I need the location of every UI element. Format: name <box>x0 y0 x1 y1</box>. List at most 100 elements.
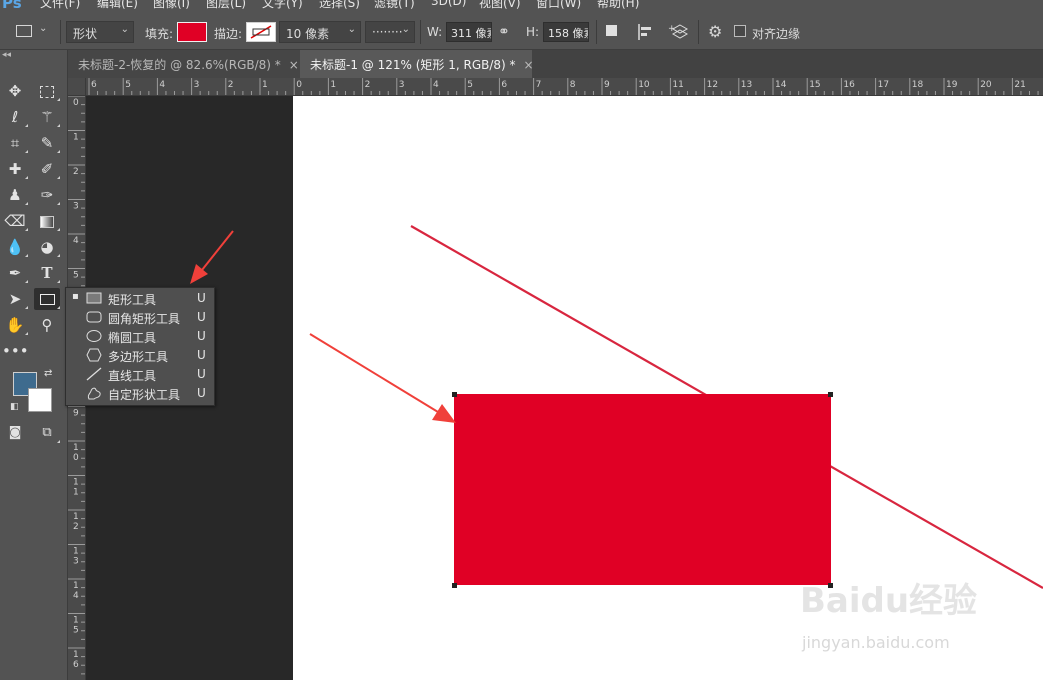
width-field[interactable]: 311 像素 <box>446 22 492 42</box>
svg-text:+: + <box>668 24 676 34</box>
path-arrangement-icon[interactable]: + <box>668 22 690 42</box>
path-selection-tool-icon[interactable]: ➤ <box>2 288 28 310</box>
transform-handle[interactable] <box>828 392 833 397</box>
link-icon[interactable]: ⚭ <box>498 23 510 41</box>
marquee-tool-icon[interactable] <box>34 80 60 102</box>
move-tool-icon[interactable]: ✥ <box>2 80 28 102</box>
ruler-label: 15 <box>809 80 820 90</box>
type-tool-icon[interactable]: T <box>34 262 60 284</box>
menu-item-rounded-rectangle-tool[interactable]: 圆角矩形工具 U <box>66 308 214 327</box>
path-alignment-icon[interactable] <box>636 22 656 42</box>
blur-tool-icon[interactable]: 💧 <box>2 236 28 258</box>
history-brush-tool-icon[interactable]: ✑ <box>34 184 60 206</box>
menu-view[interactable]: 视图(V) <box>479 0 521 11</box>
stroke-width-dropdown[interactable]: 10 像素 ⌄ <box>279 21 361 43</box>
ruler-label: 2 <box>73 522 79 532</box>
clone-stamp-tool-icon[interactable]: ♟ <box>2 184 28 206</box>
shortcut-key: U <box>197 367 206 381</box>
tab-document-1[interactable]: 未标题-1 @ 121% (矩形 1, RGB/8) * × <box>300 50 534 78</box>
watermark-url: jingyan.baidu.com <box>802 633 950 652</box>
tab-label: 未标题-1 @ 121% (矩形 1, RGB/8) * <box>310 58 516 72</box>
menu-type[interactable]: 文字(Y) <box>262 0 303 11</box>
ruler-ticks: 6 5 4 3 2 1 0 1 2 3 4 5 6 7 8 9 10 11 12 13 14 15 16 17 18 19 20 21 <box>88 78 1039 95</box>
close-icon[interactable]: × <box>524 58 534 72</box>
menu-filter[interactable]: 滤镜(T) <box>374 0 415 11</box>
rectangle-tool-icon[interactable] <box>34 288 60 310</box>
ellipse-icon <box>86 330 102 342</box>
shape-tools-flyout: ▪ 矩形工具 U 圆角矩形工具 U 椭圆工具 U 多边形工具 U 直线工具 U … <box>65 287 215 406</box>
align-edges-checkbox[interactable] <box>734 25 746 37</box>
ruler-label: 20 <box>980 80 992 90</box>
width-label: W: <box>427 25 443 39</box>
screen-mode-icon[interactable]: ⧉ <box>34 422 60 444</box>
menu-item-rectangle-tool[interactable]: ▪ 矩形工具 U <box>66 289 214 308</box>
transform-handle[interactable] <box>452 392 457 397</box>
shortcut-key: U <box>197 310 206 324</box>
ruler-label: 1 <box>73 650 79 660</box>
ruler-label: 7 <box>536 80 542 90</box>
photoshop-logo: Ps <box>2 0 22 12</box>
zoom-tool-icon[interactable]: ⚲ <box>34 314 60 336</box>
healing-brush-tool-icon[interactable]: ✚ <box>2 158 28 180</box>
ruler-origin[interactable] <box>68 78 86 96</box>
ruler-label: 1 <box>262 80 268 90</box>
height-field[interactable]: 158 像素 <box>543 22 589 42</box>
menu-item-label: 矩形工具 <box>108 293 157 307</box>
ruler-label: 21 <box>1014 80 1025 90</box>
ruler-label: 2 <box>73 167 79 177</box>
eraser-tool-icon[interactable]: ⌫ <box>2 210 28 232</box>
menu-select[interactable]: 选择(S) <box>319 0 360 11</box>
ruler-label: 3 <box>73 202 79 212</box>
menu-item-custom-shape-tool[interactable]: 自定形状工具 U <box>66 384 214 403</box>
pen-tool-icon[interactable]: ✒ <box>2 262 28 284</box>
crop-tool-icon[interactable]: ⌗ <box>2 132 28 154</box>
lasso-tool-icon[interactable]: ℓ <box>2 106 28 128</box>
default-colors-icon[interactable]: ◧ <box>10 402 19 412</box>
stroke-color-swatch[interactable] <box>246 22 276 42</box>
menu-image[interactable]: 图像(I) <box>153 0 190 11</box>
tab-label: 未标题-2-恢复的 @ 82.6%(RGB/8) * <box>78 58 281 72</box>
menu-help[interactable]: 帮助(H) <box>597 0 639 11</box>
menu-3d[interactable]: 3D(D) <box>431 0 466 8</box>
menu-edit[interactable]: 编辑(E) <box>97 0 138 11</box>
transform-handle[interactable] <box>452 583 457 588</box>
eyedropper-tool-icon[interactable]: ✎ <box>34 132 60 154</box>
menu-file[interactable]: 文件(F) <box>40 0 80 11</box>
close-icon[interactable]: × <box>289 58 299 72</box>
menu-item-polygon-tool[interactable]: 多边形工具 U <box>66 346 214 365</box>
brush-tool-icon[interactable]: ✐ <box>34 158 60 180</box>
menu-item-ellipse-tool[interactable]: 椭圆工具 U <box>66 327 214 346</box>
collapse-panel-icon[interactable]: ◂◂ <box>2 50 11 60</box>
fill-color-swatch[interactable] <box>177 22 207 42</box>
menu-item-line-tool[interactable]: 直线工具 U <box>66 365 214 384</box>
tool-preset-picker[interactable]: ⌄ <box>8 22 54 42</box>
swap-colors-icon[interactable]: ⇄ <box>44 368 52 379</box>
horizontal-ruler[interactable]: 6 5 4 3 2 1 0 1 2 3 4 5 6 7 8 9 10 11 12 13 14 15 16 17 18 19 20 21 <box>86 78 1043 96</box>
more-tools-icon[interactable]: ••• <box>2 340 29 362</box>
dodge-tool-icon[interactable]: ◕ <box>34 236 60 258</box>
menu-window[interactable]: 窗口(W) <box>536 0 581 11</box>
ruler-label: 12 <box>707 80 718 90</box>
gradient-tool-icon[interactable] <box>34 210 60 232</box>
ruler-label: 6 <box>73 660 79 670</box>
gear-icon[interactable]: ⚙ <box>708 23 722 41</box>
magic-wand-tool-icon[interactable]: ⚚ <box>34 106 60 128</box>
tab-document-2[interactable]: 未标题-2-恢复的 @ 82.6%(RGB/8) * × <box>68 50 300 78</box>
path-operations-icon[interactable] <box>606 25 617 36</box>
quick-mask-icon[interactable]: ◙ <box>2 422 28 444</box>
ruler-label: 0 <box>73 453 79 463</box>
red-rectangle-shape[interactable] <box>454 394 831 585</box>
background-color-swatch[interactable] <box>28 388 52 412</box>
ruler-label: 5 <box>467 80 473 90</box>
shortcut-key: U <box>197 329 206 343</box>
menu-bar: Ps 文件(F) 编辑(E) 图像(I) 图层(L) 文字(Y) 选择(S) 滤… <box>0 0 1043 14</box>
ruler-label: 16 <box>843 80 855 90</box>
ruler-label: 1 <box>73 581 79 591</box>
chevron-down-icon: ⌄ <box>120 24 129 35</box>
stroke-type-dropdown[interactable]: ········ ⌄ <box>365 21 415 43</box>
menu-layer[interactable]: 图层(L) <box>206 0 246 11</box>
mode-dropdown[interactable]: 形状 ⌄ <box>66 21 134 43</box>
hand-tool-icon[interactable]: ✋ <box>2 314 28 336</box>
menu-item-label: 椭圆工具 <box>108 331 157 345</box>
toolbar: ◂◂ ✥ ℓ ⚚ ⌗ ✎ ✚ ✐ ♟ ✑ ⌫ 💧 ◕ ✒ T ➤ ✋ ⚲ •••… <box>0 50 68 680</box>
